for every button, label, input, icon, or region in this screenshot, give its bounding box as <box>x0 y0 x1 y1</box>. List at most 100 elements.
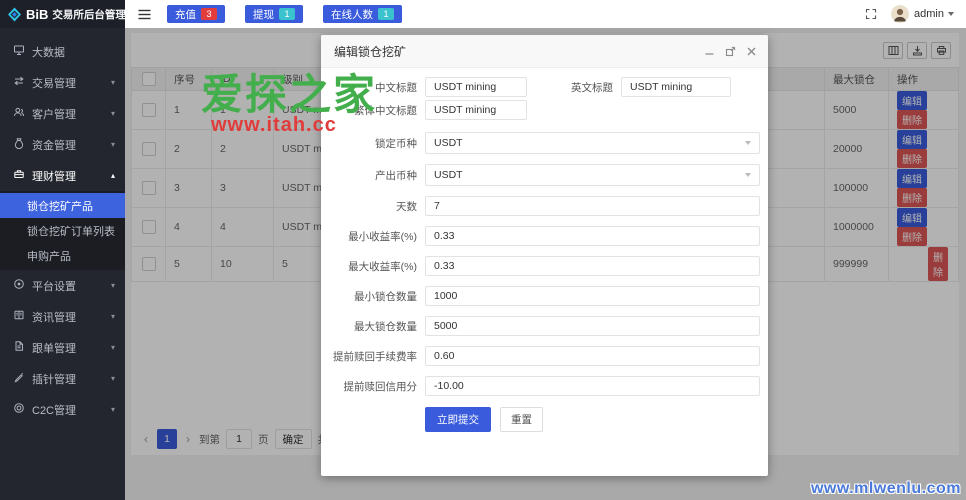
chevron-up-icon: ▴ <box>110 171 115 180</box>
avatar[interactable] <box>891 5 910 23</box>
redeem-fee-input[interactable] <box>425 346 760 366</box>
sidebar-item-customers[interactable]: 客户管理 ▾ <box>0 98 125 129</box>
chevron-down-icon: ▾ <box>110 281 115 290</box>
platform-settings-icon <box>13 278 32 293</box>
days-input[interactable] <box>425 196 760 216</box>
lock-coin-select[interactable]: USDT <box>425 132 760 154</box>
sidebar-item-platform-settings[interactable]: 平台设置 ▾ <box>0 270 125 301</box>
field-label-min-rate: 最小收益率(%) <box>348 230 417 243</box>
en-title-input[interactable] <box>621 77 731 97</box>
minimize-icon[interactable] <box>704 46 715 57</box>
sidebar-item-c2c[interactable]: C2C管理 ▾ <box>0 394 125 425</box>
modal-form: 中文标题 英文标题 繁体中文标题 锁定币种 USDT 产出币种 USDT <box>321 68 768 432</box>
chevron-down-icon <box>745 173 751 177</box>
chevron-down-icon: ▾ <box>110 140 115 149</box>
min-rate-input[interactable] <box>425 226 760 246</box>
chevron-down-icon: ▾ <box>110 405 115 414</box>
withdraw-label: 提现 <box>253 8 274 21</box>
funds-icon <box>13 137 32 152</box>
output-coin-select[interactable]: USDT <box>425 164 760 186</box>
online-users-label: 在线人数 <box>331 8 373 21</box>
sidebar-subitem-lock-mining-products[interactable]: 锁仓挖矿产品 <box>0 193 125 218</box>
copy-order-icon <box>13 340 32 355</box>
form-row: 繁体中文标题 <box>321 100 768 120</box>
sidebar-item-big-data[interactable]: 大数据 <box>0 36 125 67</box>
field-label-output-coin: 产出币种 <box>375 169 417 182</box>
sidebar-subitem-label: 锁仓挖矿订单列表 <box>27 225 115 238</box>
submit-button[interactable]: 立即提交 <box>425 407 491 432</box>
sidebar-item-copy-order[interactable]: 跟单管理 ▾ <box>0 332 125 363</box>
sidebar-item-news[interactable]: 资讯管理 ▾ <box>0 301 125 332</box>
sidebar-item-label: 大数据 <box>32 46 65 59</box>
reset-button[interactable]: 重置 <box>500 407 543 432</box>
form-row: 提前赎回信用分 <box>321 376 768 396</box>
screen: BiB 交易所后台管理 大数据 交易管理 ▾ 客户管理 ▾ 资金管理 ▾ 理财管… <box>0 0 966 500</box>
chevron-down-icon: ▾ <box>110 343 115 352</box>
withdraw-badge: 1 <box>279 8 295 20</box>
field-label-lock-coin: 锁定币种 <box>375 137 417 150</box>
modal-title: 编辑锁仓挖矿 <box>334 44 407 59</box>
sidebar-subitem-label: 申购产品 <box>27 250 71 263</box>
fullscreen-icon[interactable] <box>865 8 877 20</box>
sidebar-subitem-lock-mining-orders[interactable]: 锁仓挖矿订单列表 <box>0 218 125 243</box>
app-title: 交易所后台管理 <box>52 8 126 21</box>
sidebar-item-wealth[interactable]: 理财管理 ▴ <box>0 160 125 191</box>
field-label-tc-title: 繁体中文标题 <box>354 104 417 117</box>
maximize-icon[interactable] <box>725 46 736 57</box>
field-label-cn-title: 中文标题 <box>375 81 417 94</box>
chevron-down-icon: ▾ <box>110 374 115 383</box>
withdraw-button[interactable]: 提现 1 <box>245 5 303 23</box>
sidebar-subitem-subscription-products[interactable]: 申购产品 <box>0 243 125 268</box>
sidebar-item-funds[interactable]: 资金管理 ▾ <box>0 129 125 160</box>
chevron-down-icon: ▾ <box>110 109 115 118</box>
online-users-badge: 1 <box>378 8 394 20</box>
sidebar-subitem-label: 锁仓挖矿产品 <box>27 200 93 213</box>
edit-lock-mining-modal: 编辑锁仓挖矿 中文标题 英文标题 繁体中文标题 <box>321 35 768 476</box>
sidebar: BiB 交易所后台管理 大数据 交易管理 ▾ 客户管理 ▾ 资金管理 ▾ 理财管… <box>0 0 126 500</box>
sidebar-item-label: C2C管理 <box>32 404 77 417</box>
form-row: 最小锁仓数量 <box>321 286 768 306</box>
sidebar-item-label: 跟单管理 <box>32 342 76 355</box>
form-row: 锁定币种 USDT <box>321 132 768 154</box>
min-lock-input[interactable] <box>425 286 760 306</box>
tc-title-input[interactable] <box>425 100 527 120</box>
field-label-en-title: 英文标题 <box>571 81 613 94</box>
form-row: 最小收益率(%) <box>321 226 768 246</box>
form-buttons: 立即提交 重置 <box>425 407 768 432</box>
recharge-button[interactable]: 充值 3 <box>167 5 225 23</box>
form-row: 最大锁仓数量 <box>321 316 768 336</box>
c2c-icon <box>13 402 32 417</box>
logo-text: BiB <box>26 6 49 22</box>
sidebar-item-pin[interactable]: 插针管理 ▾ <box>0 363 125 394</box>
chevron-down-icon: ▾ <box>110 312 115 321</box>
pin-icon <box>13 371 32 386</box>
customers-icon <box>13 106 32 121</box>
lock-coin-value: USDT <box>434 137 463 149</box>
chevron-down-icon: ▾ <box>110 78 115 87</box>
sidebar-nav: 大数据 交易管理 ▾ 客户管理 ▾ 资金管理 ▾ 理财管理 ▴ 锁仓挖矿产品 锁… <box>0 28 125 425</box>
topbar-right: admin <box>865 5 966 23</box>
max-rate-input[interactable] <box>425 256 760 276</box>
user-menu-caret-icon[interactable] <box>948 12 954 16</box>
chevron-down-icon <box>745 141 751 145</box>
menu-fold-icon[interactable] <box>138 9 151 20</box>
username[interactable]: admin <box>914 8 944 20</box>
field-label-redeem-credit: 提前赎回信用分 <box>343 380 418 393</box>
redeem-credit-input[interactable] <box>425 376 760 396</box>
max-lock-input[interactable] <box>425 316 760 336</box>
sidebar-item-label: 交易管理 <box>32 77 76 90</box>
cn-title-input[interactable] <box>425 77 527 97</box>
close-icon[interactable] <box>746 46 757 57</box>
news-icon <box>13 309 32 324</box>
form-row: 最大收益率(%) <box>321 256 768 276</box>
sidebar-item-label: 插针管理 <box>32 373 76 386</box>
trade-icon <box>13 75 32 90</box>
sidebar-item-label: 理财管理 <box>32 170 76 183</box>
big-data-icon <box>13 44 32 59</box>
field-label-days: 天数 <box>396 200 417 213</box>
sidebar-item-label: 资讯管理 <box>32 311 76 324</box>
modal-window-controls <box>704 35 757 67</box>
sidebar-item-trade[interactable]: 交易管理 ▾ <box>0 67 125 98</box>
sidebar-item-label: 平台设置 <box>32 280 76 293</box>
online-users-button[interactable]: 在线人数 1 <box>323 5 402 23</box>
